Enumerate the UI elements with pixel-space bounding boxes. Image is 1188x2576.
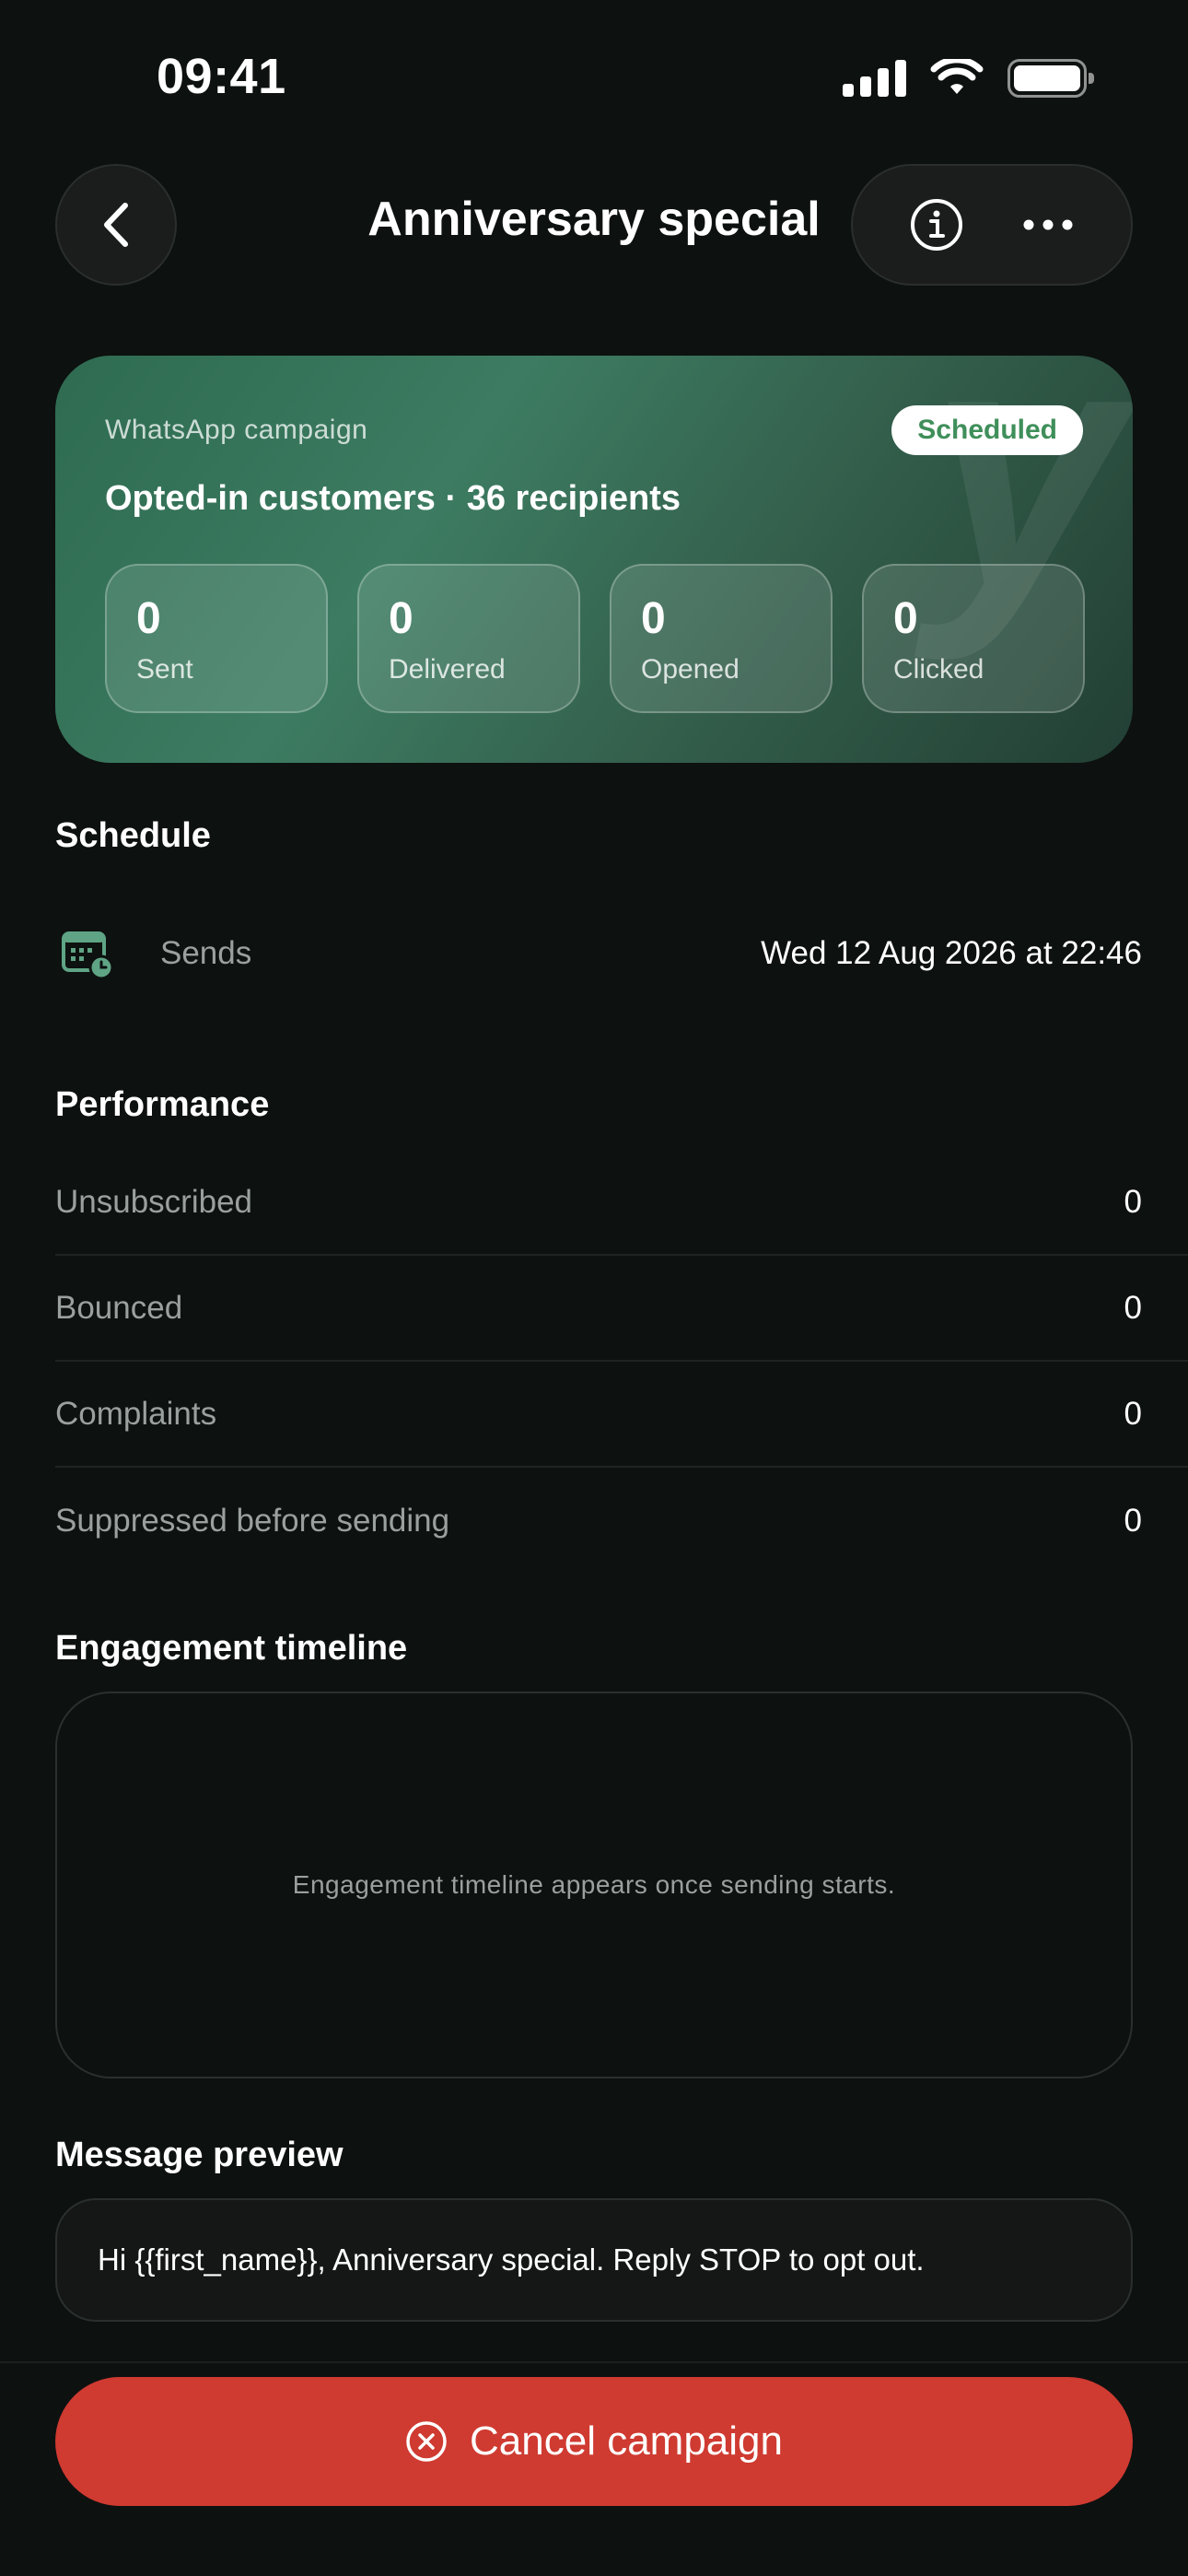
calendar-clock-icon <box>62 931 114 980</box>
back-button[interactable] <box>55 164 177 286</box>
status-icons <box>843 59 1094 98</box>
stat-label: Delivered <box>389 654 506 685</box>
message-preview-text: Hi {{first_name}}, Anniversary special. … <box>98 2242 925 2277</box>
performance-row-bounced: Bounced 0 <box>55 1256 1188 1362</box>
status-badge: Scheduled <box>891 405 1083 455</box>
info-button[interactable] <box>895 183 978 266</box>
status-bar: 09:41 <box>0 0 1188 157</box>
metric-label: Bounced <box>55 1289 183 1326</box>
back-chevron-icon <box>104 203 128 247</box>
schedule-row: Sends Wed 12 Aug 2026 at 22:46 <box>55 912 1142 995</box>
stat-value: 0 <box>641 594 666 643</box>
stat-opened: 0 Opened <box>610 564 833 713</box>
metric-label: Unsubscribed <box>55 1183 252 1220</box>
battery-icon <box>1007 59 1094 98</box>
more-icon <box>1023 219 1072 230</box>
stat-value: 0 <box>136 594 161 643</box>
campaign-summary-card: y WhatsApp campaign Scheduled Opted-in c… <box>55 356 1133 763</box>
status-time: 09:41 <box>157 49 286 104</box>
performance-row-suppressed: Suppressed before sending 0 <box>55 1468 1188 1574</box>
bottom-divider <box>0 2361 1188 2363</box>
performance-row-unsubscribed: Unsubscribed 0 <box>55 1150 1188 1256</box>
page-title: Anniversary special <box>367 193 821 246</box>
more-button[interactable] <box>1007 183 1089 266</box>
performance-row-complaints: Complaints 0 <box>55 1362 1188 1468</box>
info-icon <box>910 199 962 251</box>
signal-icon <box>843 60 906 97</box>
performance-heading: Performance <box>55 1085 270 1124</box>
stat-label: Sent <box>136 654 193 685</box>
stat-clicked: 0 Clicked <box>862 564 1085 713</box>
campaign-detail-screen: 09:41 Anniversary special y WhatsApp cam… <box>0 0 1188 2576</box>
cancel-campaign-label: Cancel campaign <box>470 2418 783 2464</box>
campaign-audience: Opted-in customers · 36 recipients <box>105 479 681 518</box>
timeline-empty-text: Engagement timeline appears once sending… <box>292 1870 896 1899</box>
timeline-heading: Engagement timeline <box>55 1629 408 1668</box>
schedule-label: Sends <box>160 935 252 971</box>
performance-list: Unsubscribed 0 Bounced 0 Complaints 0 Su… <box>55 1150 1188 1574</box>
metric-value: 0 <box>1124 1502 1142 1539</box>
schedule-datetime: Wed 12 Aug 2026 at 22:46 <box>761 935 1142 971</box>
cancel-campaign-button[interactable]: Cancel campaign <box>55 2377 1133 2506</box>
metric-value: 0 <box>1124 1395 1142 1432</box>
metric-label: Complaints <box>55 1395 217 1432</box>
stat-label: Clicked <box>893 654 984 685</box>
metric-value: 0 <box>1124 1183 1142 1220</box>
message-preview: Hi {{first_name}}, Anniversary special. … <box>55 2198 1133 2322</box>
preview-heading: Message preview <box>55 2136 344 2174</box>
timeline-empty-state: Engagement timeline appears once sending… <box>55 1692 1133 2078</box>
close-circle-icon <box>406 2421 447 2462</box>
metric-value: 0 <box>1124 1289 1142 1326</box>
stat-value: 0 <box>893 594 918 643</box>
stat-label: Opened <box>641 654 740 685</box>
metric-label: Suppressed before sending <box>55 1502 450 1539</box>
stat-sent: 0 Sent <box>105 564 328 713</box>
campaign-channel: WhatsApp campaign <box>105 415 368 445</box>
stats-row: 0 Sent 0 Delivered 0 Opened 0 Clicked <box>105 564 1085 713</box>
schedule-heading: Schedule <box>55 816 211 855</box>
stat-delivered: 0 Delivered <box>357 564 580 713</box>
header-actions <box>851 164 1133 286</box>
stat-value: 0 <box>389 594 413 643</box>
wifi-icon <box>930 59 984 94</box>
